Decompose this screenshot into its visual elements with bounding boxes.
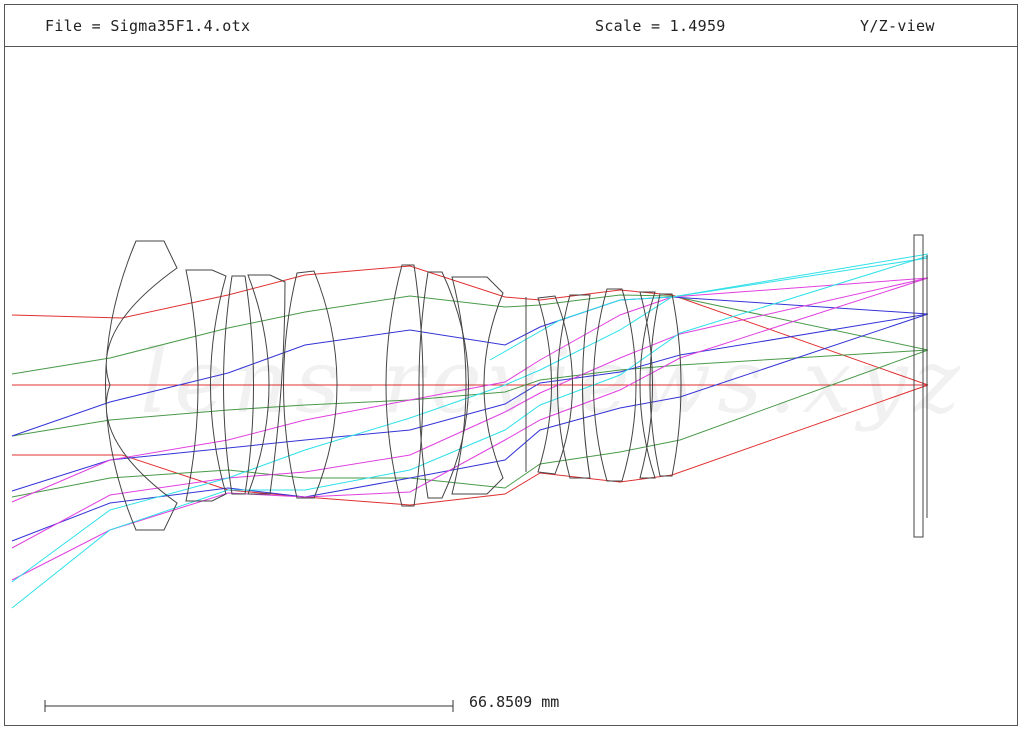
ray-bundle-blue — [11, 296, 929, 542]
lens-element-10 — [557, 294, 591, 479]
scale-bar — [44, 700, 454, 712]
ray-bundle-magenta — [11, 277, 929, 581]
lens-diagram — [11, 234, 929, 712]
ray-bundle-cyan — [11, 253, 929, 609]
scale-bar-label: 66.8509 mm — [469, 693, 560, 711]
